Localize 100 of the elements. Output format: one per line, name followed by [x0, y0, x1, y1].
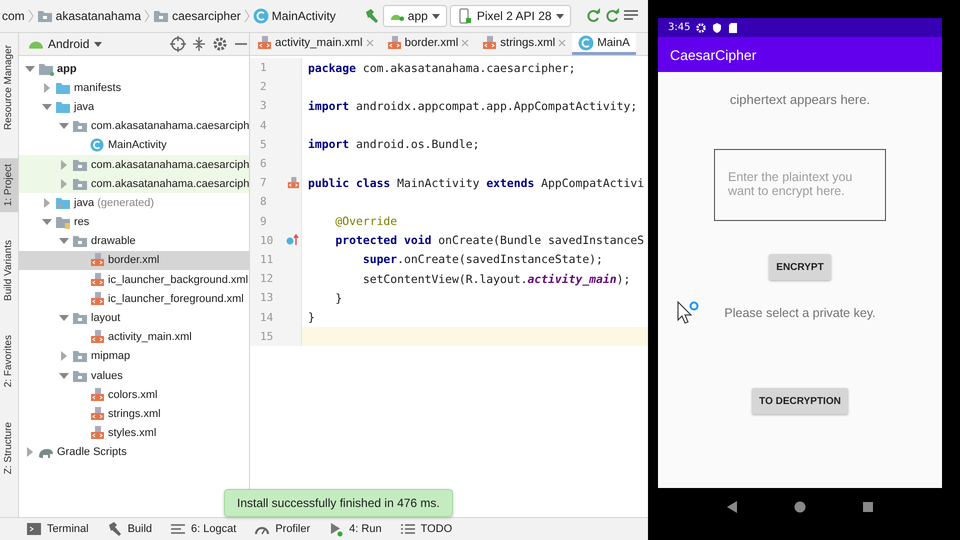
collapse-arrow-icon[interactable] — [59, 313, 69, 324]
tree-item[interactable]: ic_launcher_foreground.xml — [19, 289, 249, 308]
line-number: 14 — [259, 310, 274, 324]
tree-item[interactable]: mipmap — [19, 346, 249, 366]
code-line: } — [307, 310, 315, 324]
line-number: 11 — [259, 252, 274, 266]
decryption-button[interactable]: TO DECRYPTION — [752, 388, 848, 414]
folder-icon — [55, 80, 71, 95]
chevron-icon — [244, 9, 250, 23]
hammer-icon[interactable] — [364, 8, 380, 24]
side-tab[interactable]: Z: Structure — [0, 416, 18, 480]
xml-file-icon — [481, 34, 498, 50]
tree-item[interactable]: layout — [19, 308, 249, 328]
tool-window-button[interactable]: 6: Logcat — [170, 521, 236, 537]
tree-item[interactable]: res — [19, 212, 249, 232]
tree-item[interactable]: com.akasatanahama.caesarciph — [19, 154, 249, 174]
tree-item[interactable]: styles.xml — [19, 424, 249, 443]
expand-arrow-icon[interactable] — [59, 160, 69, 170]
xml-file-icon — [386, 34, 402, 50]
collapse-arrow-icon[interactable] — [59, 236, 69, 246]
recents-icon[interactable] — [862, 500, 874, 512]
tree-item[interactable]: java (generated) — [19, 193, 249, 212]
terminal-icon — [26, 521, 42, 537]
expand-arrow-icon[interactable] — [42, 198, 52, 208]
rerun-icon[interactable] — [584, 8, 601, 24]
apply-changes-icon[interactable] — [604, 8, 620, 24]
code-line: public class MainActivity extends AppCompatActivi — [307, 176, 644, 190]
side-tab[interactable]: 2: Favorites — [0, 329, 18, 394]
tool-window-button[interactable]: Build — [106, 521, 152, 537]
tree-item[interactable]: java — [19, 97, 249, 117]
xml-file-icon — [89, 426, 105, 440]
editor-tab[interactable]: MainA — [572, 33, 636, 55]
tree-item[interactable]: ic_launcher_background.xml — [19, 270, 249, 290]
tool-window-button[interactable]: TODO — [400, 521, 452, 537]
view-selector[interactable]: Android — [48, 37, 90, 51]
expand-arrow-icon[interactable] — [25, 447, 35, 458]
folder-icon — [72, 176, 88, 191]
tree-item[interactable]: MainActivity — [19, 136, 249, 155]
line-number: 15 — [259, 330, 274, 343]
line-number: 7 — [259, 176, 268, 190]
class-icon — [578, 34, 594, 50]
tree-item[interactable]: app — [19, 59, 249, 78]
editor-tab[interactable]: strings.xml — [475, 33, 572, 55]
encrypt-button[interactable]: ENCRYPT — [769, 254, 831, 280]
folder-icon — [55, 215, 71, 230]
tree-item[interactable]: Gradle Scripts — [19, 442, 249, 462]
breadcrumb-item[interactable]: akasatanahama — [56, 9, 142, 23]
tree-item[interactable]: values — [19, 366, 249, 386]
tree-item[interactable]: manifests — [19, 78, 249, 98]
collapse-arrow-icon[interactable] — [59, 370, 69, 381]
override-icon[interactable] — [286, 234, 300, 246]
tool-window-button[interactable]: 4: Run — [328, 521, 382, 537]
folder-icon — [72, 234, 88, 248]
tree-item[interactable]: com.akasatanahama.caesarciph — [19, 174, 249, 194]
line-number: 5 — [259, 138, 268, 151]
caret-icon[interactable] — [94, 40, 102, 48]
close-icon[interactable] — [366, 38, 374, 46]
collapse-arrow-icon[interactable] — [42, 102, 52, 112]
tree-item[interactable]: border.xml — [19, 250, 249, 270]
collapse-icon[interactable] — [191, 36, 207, 52]
output-text: ciphertext appears here. — [730, 92, 870, 107]
editor-tab[interactable]: border.xml — [380, 33, 476, 55]
breadcrumb-item[interactable]: MainActivity — [272, 9, 336, 23]
expand-arrow-icon[interactable] — [59, 178, 69, 189]
home-icon[interactable] — [794, 500, 806, 512]
close-icon[interactable] — [461, 38, 470, 46]
plaintext-input[interactable]: Enter the plaintext you want to encrypt here. — [714, 149, 886, 221]
tree-item[interactable]: colors.xml — [19, 385, 249, 404]
crosshair-icon[interactable] — [170, 36, 186, 52]
settings-icon[interactable] — [212, 36, 228, 52]
tree-item[interactable]: drawable — [19, 232, 249, 251]
collapse-arrow-icon[interactable] — [25, 64, 35, 74]
xml-file-icon — [89, 330, 105, 344]
tree-item[interactable]: strings.xml — [19, 404, 249, 424]
chevron-icon — [144, 9, 150, 23]
breadcrumb-item[interactable]: caesarcipher — [172, 9, 241, 23]
android-icon — [29, 40, 43, 48]
expand-arrow-icon[interactable] — [59, 351, 69, 362]
close-icon[interactable] — [558, 38, 566, 46]
collapse-arrow-icon[interactable] — [59, 121, 69, 132]
breadcrumb-item[interactable]: com — [2, 9, 25, 23]
editor-tab[interactable]: activity_main.xml — [250, 33, 380, 55]
back-icon[interactable] — [726, 500, 738, 512]
side-tab[interactable]: Build Variants — [0, 234, 18, 308]
tree-item[interactable]: com.akasatanahama.caesarciph — [19, 116, 249, 136]
run-config-dropdown[interactable]: app — [382, 5, 447, 27]
key-prompt: Please select a private key. — [724, 306, 876, 320]
tool-window-button[interactable]: Terminal — [26, 521, 89, 537]
expand-arrow-icon[interactable] — [42, 82, 52, 93]
side-tab[interactable]: Resource Manager — [0, 39, 18, 136]
hammer-icon — [106, 521, 123, 537]
side-tab[interactable]: 1: Project — [0, 158, 18, 212]
device-dropdown[interactable]: Pixel 2 API 28 — [450, 5, 571, 27]
line-number: 10 — [259, 234, 274, 247]
tree-item[interactable]: activity_main.xml — [19, 328, 249, 347]
collapse-arrow-icon[interactable] — [42, 217, 52, 228]
code-line: import android.os.Bundle; — [307, 137, 480, 152]
tool-window-button[interactable]: Profiler — [254, 521, 310, 537]
folder-icon — [72, 368, 88, 383]
line-number: 3 — [259, 99, 268, 112]
